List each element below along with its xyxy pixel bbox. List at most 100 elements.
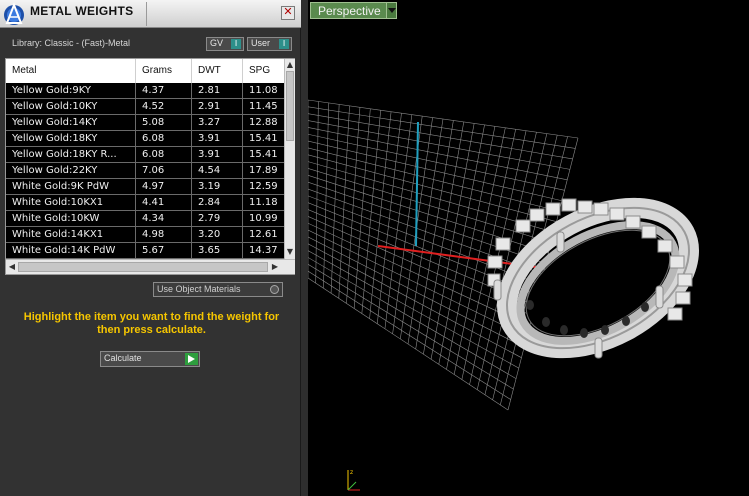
user-toggle-label: User <box>251 38 271 48</box>
grid-line <box>308 257 517 379</box>
close-button[interactable]: ✕ <box>281 6 295 20</box>
titlebar-divider <box>146 2 147 26</box>
column-header-spg[interactable]: SPG <box>243 59 284 83</box>
grid-line <box>308 188 544 275</box>
use-object-materials-label: Use Object Materials <box>157 284 241 294</box>
play-icon[interactable] <box>185 353 198 365</box>
table-body: Yellow Gold:9KY 4.37 2.81 11.08 Yellow Gold:… <box>6 83 284 259</box>
cell-spg: 14.37 <box>249 245 278 256</box>
table-row[interactable]: White Gold:10KW 4.34 2.79 10.99 <box>6 211 284 227</box>
table-row[interactable]: Yellow Gold:14KY 5.08 3.27 12.88 <box>6 115 284 131</box>
cell-grams: 4.34 <box>136 211 192 227</box>
cell-grams: 5.67 <box>136 243 192 259</box>
grid-line <box>308 277 509 411</box>
cell-dwt: 2.81 <box>192 83 243 99</box>
cell-spg: 15.41 <box>249 133 278 144</box>
metal-table: Metal Grams DWT SPG Yellow Gold:9KY 4.37 2… <box>5 58 295 275</box>
cell-grams: 4.41 <box>136 195 192 211</box>
cell-spg: 12.88 <box>249 117 278 128</box>
view-mode-dropdown[interactable]: Perspective <box>310 2 397 19</box>
table-row[interactable]: Yellow Gold:22KY 7.06 4.54 17.89 <box>6 163 284 179</box>
cell-metal: Yellow Gold:18KY R... <box>6 147 136 163</box>
cell-metal: Yellow Gold:9KY <box>6 83 136 99</box>
cell-spg: 11.18 <box>249 197 278 208</box>
cell-dwt: 3.91 <box>192 147 243 163</box>
library-label: Library: Classic - (Fast)-Metal <box>12 38 131 48</box>
table-header: Metal Grams DWT SPG <box>6 59 284 83</box>
cell-dwt: 2.79 <box>192 211 243 227</box>
cell-grams: 5.08 <box>136 115 192 131</box>
grid-line <box>308 250 519 369</box>
scroll-left-icon[interactable]: ◀ <box>7 262 17 272</box>
table-row[interactable]: White Gold:14K PdW 5.67 3.65 14.37 <box>6 243 284 259</box>
cell-grams: 4.52 <box>136 99 192 115</box>
horizontal-scrollbar[interactable]: ◀ ▶ <box>6 259 295 274</box>
vertical-scrollbar[interactable]: ▲ ▼ <box>284 59 295 259</box>
cell-grams: 4.97 <box>136 179 192 195</box>
metal-weights-panel: METAL WEIGHTS ✕ Library: Classic - (Fast… <box>0 0 301 496</box>
table-row[interactable]: White Gold:14KX1 4.98 3.20 12.61 <box>6 227 284 243</box>
user-toggle[interactable]: User I <box>247 37 292 51</box>
cell-dwt: 3.27 <box>192 115 243 131</box>
cell-grams: 7.06 <box>136 163 192 179</box>
cell-spg: 12.61 <box>249 229 278 240</box>
cell-metal: White Gold:14KX1 <box>6 227 136 243</box>
grid-line <box>430 123 475 360</box>
instruction-text: Highlight the item you want to find the … <box>23 311 280 336</box>
cell-metal: Yellow Gold:10KY <box>6 99 136 115</box>
cell-metal: White Gold:9K PdW <box>6 179 136 195</box>
cell-dwt: 2.91 <box>192 99 243 115</box>
panel-titlebar: METAL WEIGHTS ✕ <box>0 0 301 28</box>
cell-dwt: 3.19 <box>192 179 243 195</box>
cell-metal: Yellow Gold:14KY <box>6 115 136 131</box>
table-row[interactable]: Yellow Gold:9KY 4.37 2.81 11.08 <box>6 83 284 99</box>
scroll-down-icon[interactable]: ▼ <box>285 247 295 257</box>
cell-grams: 6.08 <box>136 131 192 147</box>
scroll-right-icon[interactable]: ▶ <box>270 262 280 272</box>
cell-spg: 11.45 <box>249 101 278 112</box>
table-row[interactable]: Yellow Gold:18KY R... 6.08 3.91 15.41 <box>6 147 284 163</box>
cell-spg: 11.08 <box>249 85 278 96</box>
svg-text:z: z <box>350 469 353 476</box>
use-object-materials-option[interactable]: Use Object Materials <box>153 282 283 297</box>
gv-toggle[interactable]: GV I <box>206 37 244 51</box>
radio-icon[interactable] <box>270 285 279 294</box>
calculate-button[interactable]: Calculate <box>100 351 200 367</box>
scroll-up-icon[interactable]: ▲ <box>285 60 295 70</box>
cell-grams: 4.98 <box>136 227 192 243</box>
table-row[interactable]: White Gold:9K PdW 4.97 3.19 12.59 <box>6 179 284 195</box>
grid-line <box>446 126 496 370</box>
axis-gizmo-icon: z <box>347 469 360 491</box>
perspective-viewport[interactable]: z Perspective <box>308 0 749 496</box>
calculate-label: Calculate <box>104 353 142 363</box>
cell-grams: 4.37 <box>136 83 192 99</box>
grid-line <box>453 127 506 375</box>
table-row[interactable]: White Gold:10KX1 4.41 2.84 11.18 <box>6 195 284 211</box>
cell-metal: White Gold:10KX1 <box>6 195 136 211</box>
app-logo-icon <box>2 1 26 27</box>
viewport-divider[interactable] <box>301 0 308 496</box>
view-mode-label: Perspective <box>318 4 381 18</box>
column-header-metal[interactable]: Metal <box>6 59 136 83</box>
vertical-scroll-thumb[interactable] <box>286 71 294 141</box>
cell-dwt: 2.84 <box>192 195 243 211</box>
cell-grams: 6.08 <box>136 147 192 163</box>
cell-metal: Yellow Gold:22KY <box>6 163 136 179</box>
cell-metal: White Gold:10KW <box>6 211 136 227</box>
table-row[interactable]: Yellow Gold:18KY 6.08 3.91 15.41 <box>6 131 284 147</box>
grid-line <box>308 236 525 348</box>
cell-spg: 10.99 <box>249 213 278 224</box>
toggle-indicator-icon: I <box>231 39 241 49</box>
cell-spg: 15.41 <box>249 149 278 160</box>
grid-line <box>415 120 454 350</box>
chevron-down-icon[interactable] <box>386 3 396 18</box>
table-row[interactable]: Yellow Gold:10KY 4.52 2.91 11.45 <box>6 99 284 115</box>
ring-model[interactable] <box>483 179 712 377</box>
column-header-dwt[interactable]: DWT <box>192 59 243 83</box>
grid-line <box>461 129 516 380</box>
scene-canvas[interactable]: z <box>308 0 749 496</box>
horizontal-scroll-thumb[interactable] <box>18 262 268 272</box>
cell-spg: 12.59 <box>249 181 278 192</box>
column-header-grams[interactable]: Grams <box>136 59 192 83</box>
toggle-indicator-icon: I <box>279 39 289 49</box>
